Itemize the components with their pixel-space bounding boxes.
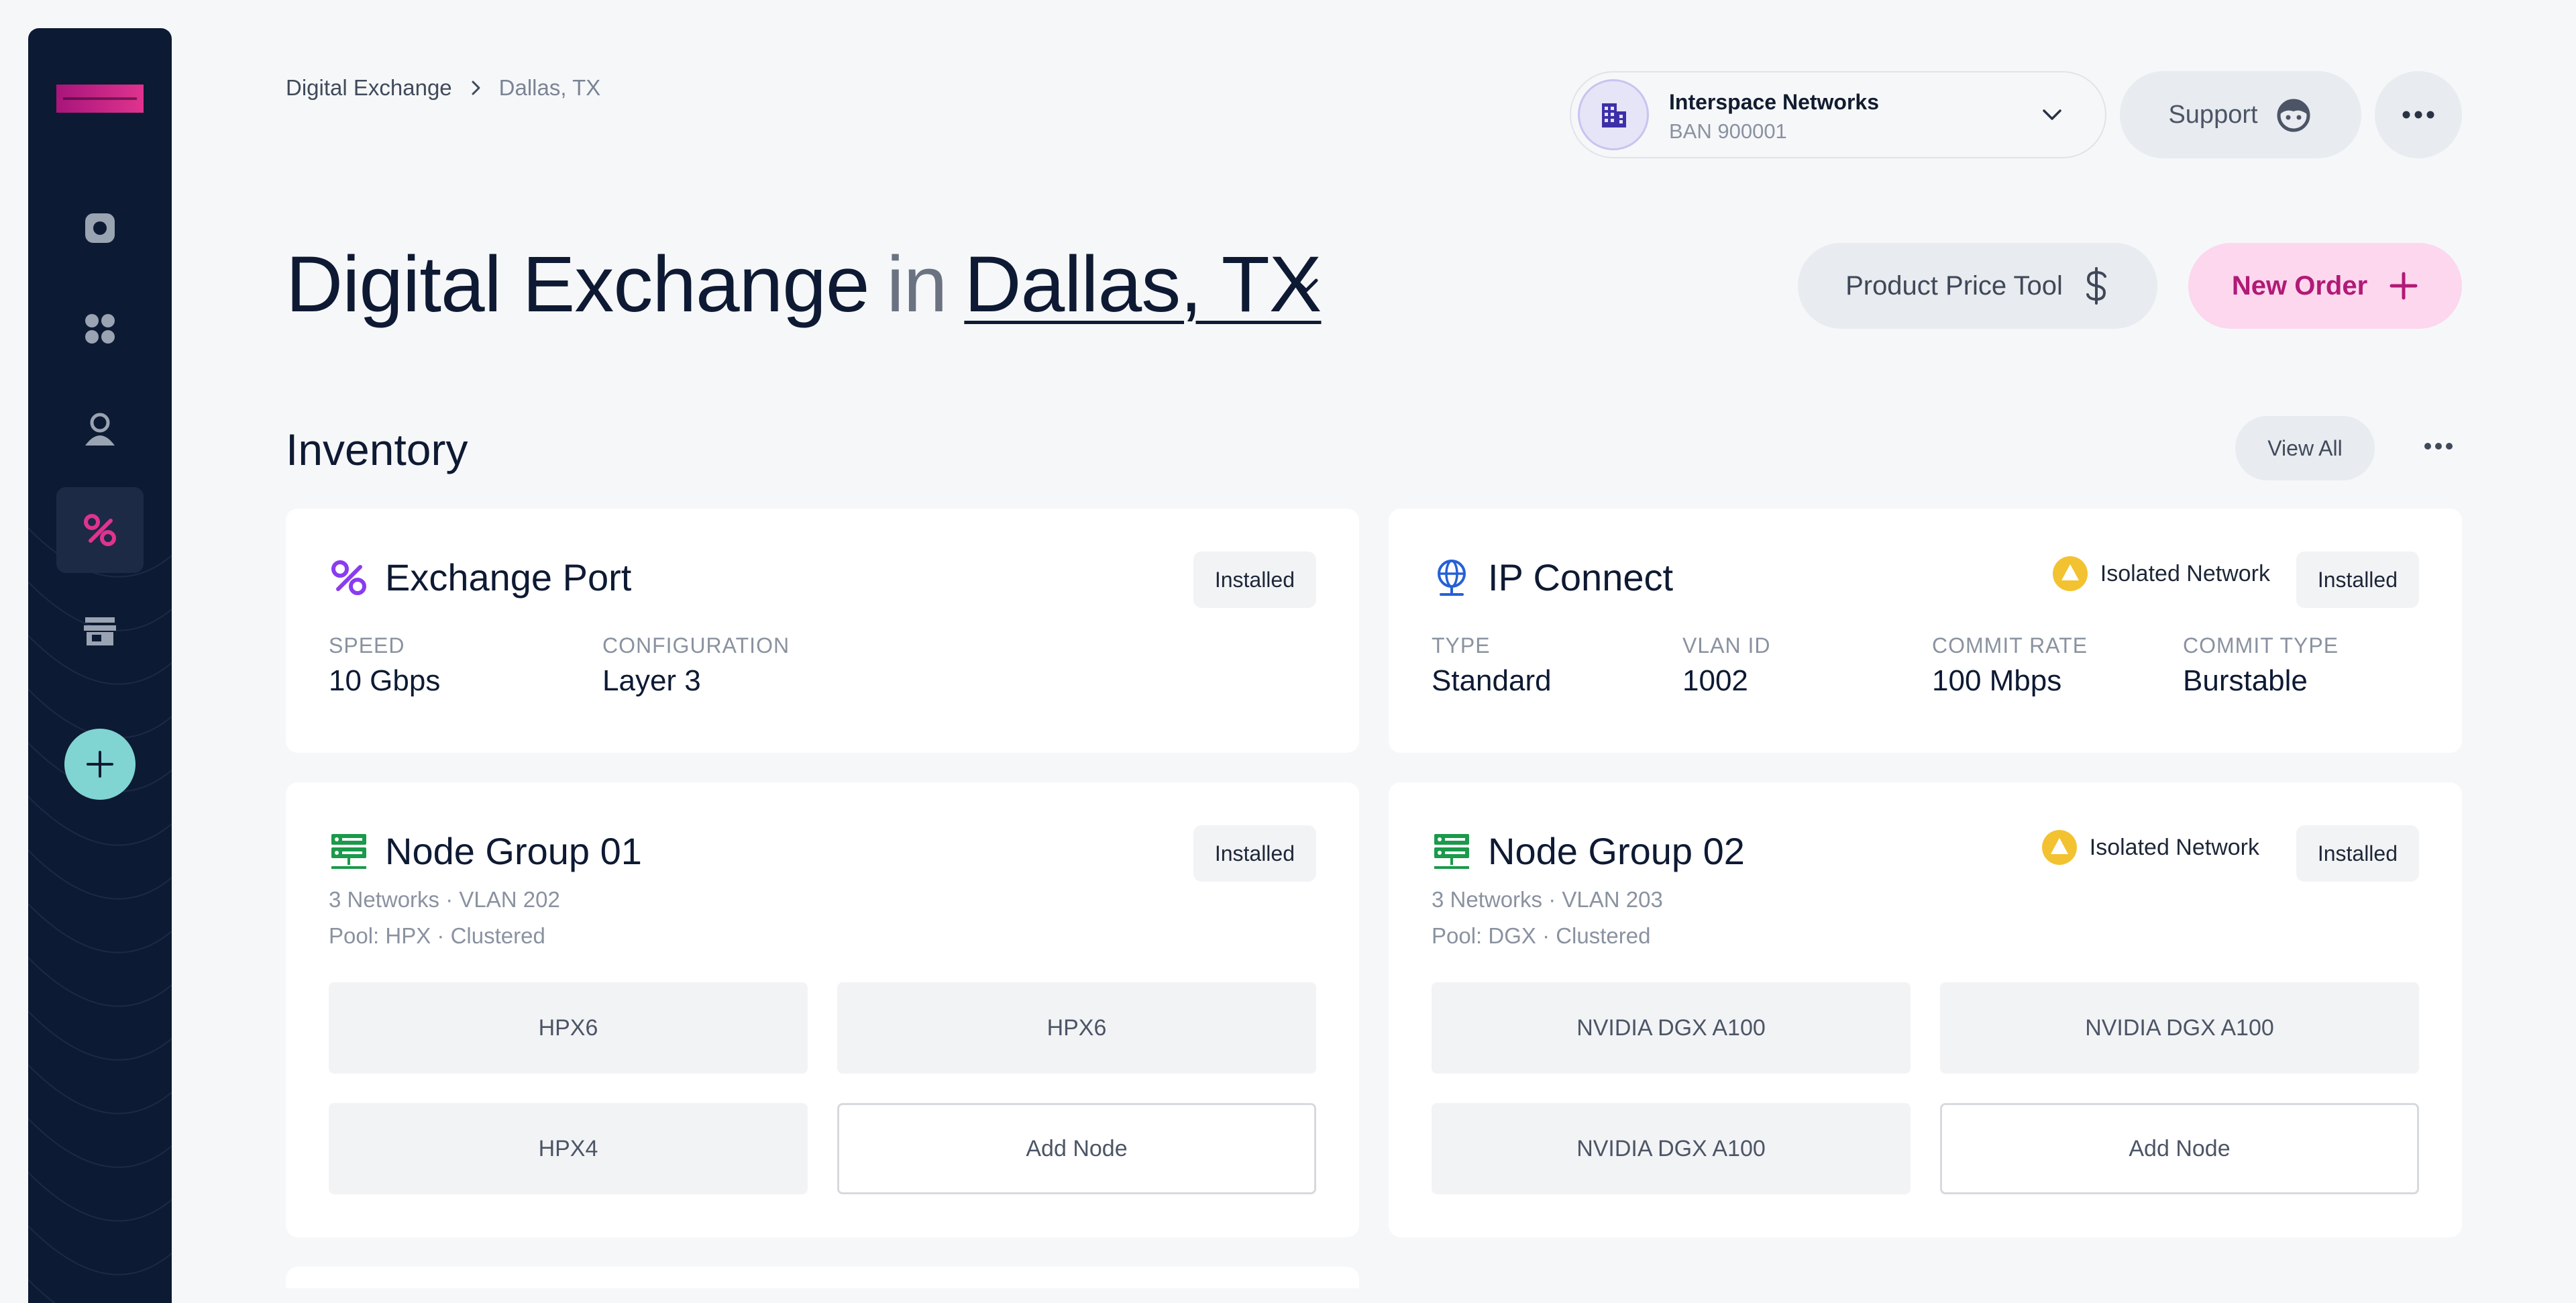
- page-title-connector: in: [886, 240, 948, 329]
- breadcrumb-root[interactable]: Digital Exchange: [286, 75, 452, 101]
- node-group-02-card[interactable]: Node Group 02 Isolated Network Installed…: [1389, 782, 2462, 1237]
- exchange-link-icon: [331, 560, 366, 595]
- inventory-title: Inventory: [286, 425, 468, 474]
- account-selector[interactable]: Interspace Networks BAN 900001: [1570, 71, 2106, 158]
- more-horizontal-icon: [2402, 111, 2434, 119]
- location-selector[interactable]: Dallas, TX: [964, 239, 1322, 330]
- server-icon: [1434, 833, 1469, 869]
- account-ban: BAN 900001: [1669, 119, 1787, 143]
- warning-icon: [2052, 556, 2088, 591]
- account-name: Interspace Networks: [1669, 90, 1880, 114]
- card-header: IP Connect: [1432, 556, 1673, 599]
- warning-label: Isolated Network: [2100, 560, 2270, 586]
- new-order-button[interactable]: New Order: [2188, 243, 2462, 329]
- card-header: Node Group 02: [1432, 829, 1745, 873]
- sidebar-item-account[interactable]: [56, 386, 144, 472]
- status-badge: Installed: [1193, 825, 1316, 882]
- page-title: Digital Exchange in Dallas, TX: [286, 239, 1322, 330]
- node-group-01-card[interactable]: Node Group 01 Installed 3 Networks · VLA…: [286, 782, 1359, 1237]
- account-avatar: [1578, 79, 1649, 150]
- sidebar: [28, 28, 172, 1303]
- globe-network-icon: [1438, 559, 1466, 596]
- field-label-speed: SPEED: [329, 633, 405, 658]
- field-value-type: Standard: [1432, 664, 1552, 697]
- field-value-configuration: Layer 3: [602, 664, 701, 697]
- ip-connect-card[interactable]: IP Connect Isolated Network Installed TY…: [1389, 509, 2462, 753]
- chevron-right-icon: [472, 81, 480, 95]
- node-group-meta-networks: 3 Networks · VLAN 203: [1432, 887, 1663, 912]
- status-badge: Installed: [1193, 552, 1316, 608]
- support-agent-icon: [2277, 99, 2310, 132]
- more-options-button[interactable]: [2375, 71, 2462, 158]
- building-icon: [1602, 103, 1626, 127]
- card-header: Node Group 01: [329, 829, 642, 873]
- add-node-button[interactable]: Add Node: [837, 1103, 1316, 1194]
- field-label-commit-rate: COMMIT RATE: [1932, 633, 2088, 658]
- exchange-link-icon: [84, 514, 116, 546]
- exchange-port-card[interactable]: Exchange Port Installed SPEED 10 Gbps CO…: [286, 509, 1359, 753]
- server-icon: [331, 833, 366, 869]
- sidebar-item-apps[interactable]: [56, 286, 144, 372]
- dollar-icon: [2086, 267, 2106, 305]
- sidebar-item-marketplace[interactable]: [56, 588, 144, 674]
- isolated-network-warning: Isolated Network: [2041, 829, 2259, 866]
- add-button[interactable]: [64, 729, 136, 800]
- isolated-network-warning: Isolated Network: [2052, 556, 2270, 592]
- storefront-icon: [84, 617, 116, 645]
- chevron-down-icon: [2043, 109, 2061, 120]
- warning-label: Isolated Network: [2089, 834, 2259, 860]
- new-order-label: New Order: [2231, 270, 2368, 301]
- card-header: Exchange Port: [329, 556, 631, 599]
- field-value-commit-type: Burstable: [2183, 664, 2308, 697]
- field-value-commit-rate: 100 Mbps: [1932, 664, 2062, 697]
- field-value-vlan-id: 1002: [1682, 664, 1748, 697]
- more-horizontal-icon[interactable]: [2423, 441, 2454, 451]
- breadcrumb: Digital Exchange Dallas, TX: [286, 75, 600, 101]
- page-title-product: Digital Exchange: [286, 240, 870, 329]
- plus-icon: [2390, 272, 2418, 300]
- status-badge: Installed: [2296, 552, 2419, 608]
- brand-logo[interactable]: [56, 85, 144, 113]
- price-tool-label: Product Price Tool: [1845, 270, 2063, 301]
- node-group-meta-pool: Pool: DGX · Clustered: [1432, 923, 1651, 948]
- node-tile[interactable]: NVIDIA DGX A100: [1432, 1103, 1911, 1194]
- apps-grid-icon: [85, 314, 115, 344]
- sidebar-item-exchange[interactable]: [56, 487, 144, 573]
- node-tile[interactable]: NVIDIA DGX A100: [1940, 982, 2419, 1074]
- support-button[interactable]: Support: [2120, 71, 2361, 158]
- product-price-tool-button[interactable]: Product Price Tool: [1798, 243, 2157, 329]
- node-tile[interactable]: HPX4: [329, 1103, 808, 1194]
- support-label: Support: [2168, 100, 2258, 129]
- breadcrumb-current: Dallas, TX: [498, 75, 601, 100]
- node-group-meta-pool: Pool: HPX · Clustered: [329, 923, 545, 948]
- node-group-meta-networks: 3 Networks · VLAN 202: [329, 887, 560, 912]
- view-all-button[interactable]: View All: [2235, 416, 2375, 480]
- node-tile[interactable]: NVIDIA DGX A100: [1432, 982, 1911, 1074]
- field-label-vlan-id: VLAN ID: [1682, 633, 1771, 658]
- card-title: Node Group 01: [385, 830, 642, 872]
- field-value-speed: 10 Gbps: [329, 664, 441, 697]
- inventory-card-partial: [286, 1267, 1359, 1288]
- warning-icon: [2041, 830, 2077, 865]
- node-tile[interactable]: HPX6: [329, 982, 808, 1074]
- card-title: Node Group 02: [1488, 830, 1745, 872]
- node-tile[interactable]: HPX6: [837, 982, 1316, 1074]
- record-icon: [85, 213, 115, 243]
- field-label-commit-type: COMMIT TYPE: [2183, 633, 2339, 658]
- card-title: IP Connect: [1488, 556, 1674, 598]
- add-node-button[interactable]: Add Node: [1940, 1103, 2419, 1194]
- chevron-down-icon[interactable]: [1288, 267, 1324, 303]
- field-label-configuration: CONFIGURATION: [602, 633, 790, 658]
- field-label-type: TYPE: [1432, 633, 1491, 658]
- user-icon: [85, 413, 115, 446]
- status-badge: Installed: [2296, 825, 2419, 882]
- plus-icon: [87, 751, 113, 778]
- sidebar-item-record[interactable]: [56, 185, 144, 271]
- card-title: Exchange Port: [385, 556, 632, 598]
